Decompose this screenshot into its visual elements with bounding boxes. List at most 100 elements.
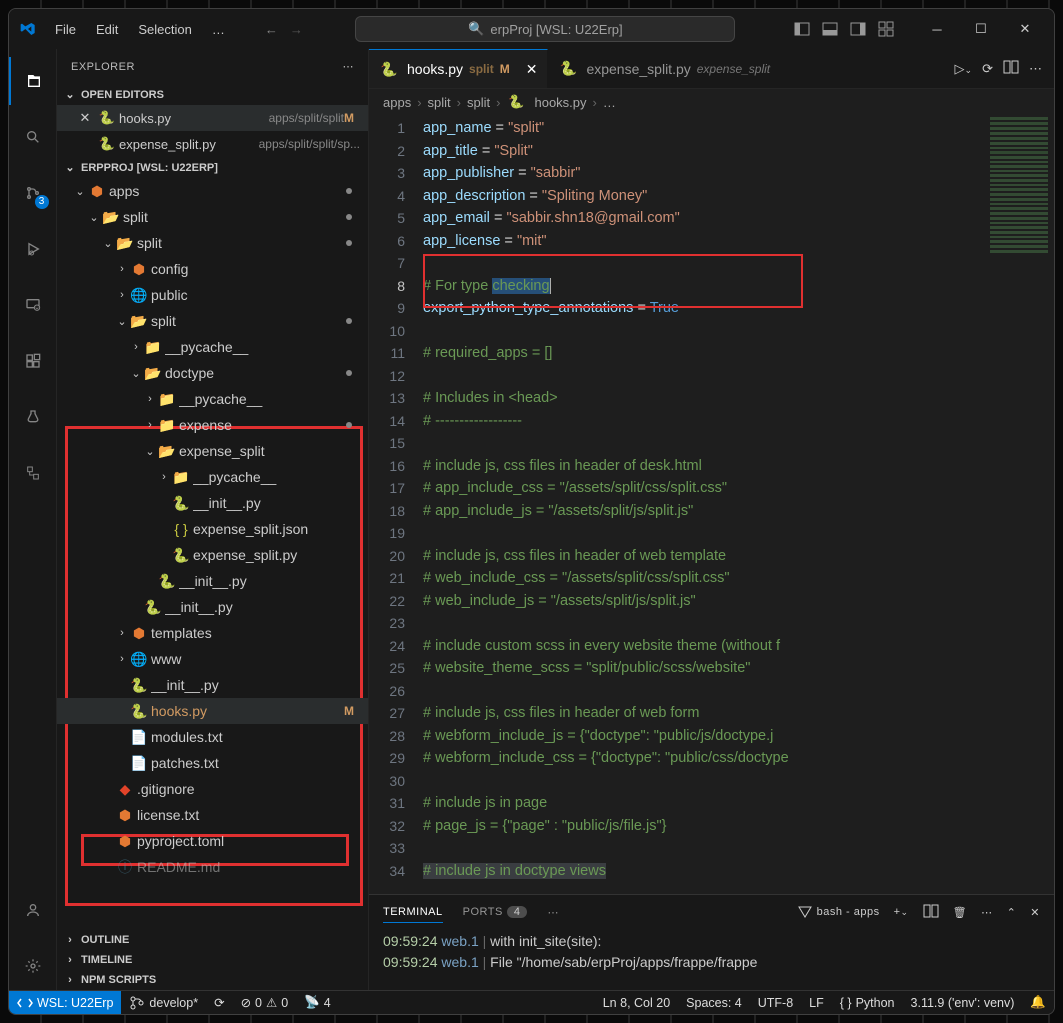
command-center[interactable]: 🔍 erpProj [WSL: U22Erp] [355,16,735,42]
explorer-more-icon[interactable]: ⋯ [343,60,355,73]
tree-item[interactable]: ›⬢templates [57,620,368,646]
more-actions-icon[interactable]: ⋯ [1029,61,1042,77]
toggle-panel-right-icon[interactable] [844,15,872,43]
tree-item[interactable]: ›🌐www [57,646,368,672]
menu-overflow[interactable]: … [204,18,233,41]
tree-item[interactable]: ⬢pyproject.toml [57,828,368,854]
tree-item[interactable]: ⌄📂split [57,230,368,256]
close-panel-icon[interactable]: ✕ [1030,906,1040,919]
tree-item[interactable]: 🐍__init__.py [57,594,368,620]
status-encoding[interactable]: UTF-8 [750,995,801,1010]
status-eol[interactable]: LF [801,995,832,1010]
twisty-icon[interactable]: › [115,653,129,665]
twisty-icon[interactable]: › [115,289,129,301]
tree-item[interactable]: ⓘREADME.md [57,854,368,880]
status-branch[interactable]: develop* [121,995,206,1011]
twisty-icon[interactable]: ⌄ [73,185,87,198]
twisty-icon[interactable]: › [143,393,157,405]
activity-explorer[interactable] [9,57,57,105]
twisty-icon[interactable]: ⌄ [87,211,101,224]
twisty-icon[interactable]: › [129,341,143,353]
status-notifications-icon[interactable]: 🔔 [1022,995,1054,1010]
activity-search[interactable] [9,113,57,161]
code-editor[interactable]: 1234567891011121314151617181920212223242… [369,115,1054,894]
kill-terminal-icon[interactable]: 🗑 [953,906,967,919]
activity-remote[interactable] [9,281,57,329]
status-problems[interactable]: ⊘ 0 ⚠ 0 [233,995,297,1010]
breadcrumb-item[interactable]: apps [383,95,411,110]
tree-item[interactable]: ›📁expense [57,412,368,438]
split-editor-icon[interactable] [1003,59,1019,78]
folder-section[interactable]: ⌄ERPPROJ [WSL: U22ERP] [57,157,368,178]
close-icon[interactable]: ✕ [77,110,93,126]
tree-item[interactable]: ⌄📂expense_split [57,438,368,464]
tree-item[interactable]: ›🌐public [57,282,368,308]
npm-section[interactable]: ›NPM SCRIPTS [57,970,368,990]
status-spaces[interactable]: Spaces: 4 [678,995,750,1010]
activity-references[interactable] [9,449,57,497]
terminal-shell-picker[interactable]: bash - apps [797,904,880,920]
open-editor-item[interactable]: 🐍expense_split.pyapps/split/split/sp... [57,131,368,157]
sync-icon[interactable]: ⟳ [982,61,993,77]
breadcrumb-item[interactable]: split [467,95,490,110]
run-icon[interactable]: ▷⌄ [955,61,973,77]
twisty-icon[interactable]: ⌄ [101,237,115,250]
open-editor-item[interactable]: ✕🐍hooks.pyapps/split/splitM [57,105,368,131]
tree-item[interactable]: 🐍expense_split.py [57,542,368,568]
activity-settings[interactable] [9,942,57,990]
activity-testing[interactable] [9,393,57,441]
activity-extensions[interactable] [9,337,57,385]
panel-more-icon[interactable]: ⋯ [547,906,559,919]
tree-item[interactable]: { }expense_split.json [57,516,368,542]
twisty-icon[interactable]: › [115,263,129,275]
maximize-panel-icon[interactable]: ⌃ [1007,906,1017,919]
split-terminal-icon[interactable] [923,903,939,922]
terminal-output[interactable]: 09:59:24 web.1 | with init_site(site):09… [369,929,1054,990]
activity-scm[interactable]: 3 [9,169,57,217]
open-editors-section[interactable]: ⌄OPEN EDITORS [57,84,368,105]
tree-item[interactable]: ⌄⬢apps [57,178,368,204]
new-terminal-icon[interactable]: +⌄ [894,906,909,918]
tree-item[interactable]: ›⬢config [57,256,368,282]
ports-tab[interactable]: PORTS4 [463,902,528,922]
tree-item[interactable]: 🐍__init__.py [57,672,368,698]
tree-item[interactable]: ⌄📂split [57,308,368,334]
tree-item[interactable]: 🐍hooks.pyM [57,698,368,724]
close-button[interactable]: ✕ [1004,14,1046,44]
twisty-icon[interactable]: ⌄ [115,315,129,328]
twisty-icon[interactable]: ⌄ [143,445,157,458]
status-lncol[interactable]: Ln 8, Col 20 [595,995,678,1010]
terminal-tab[interactable]: TERMINAL [383,902,443,923]
nav-back[interactable]: ← [265,22,278,37]
breadcrumb-item[interactable]: hooks.py [534,95,586,110]
nav-fwd[interactable]: → [290,22,303,37]
tree-item[interactable]: ›📁__pycache__ [57,464,368,490]
maximize-button[interactable]: ☐ [960,14,1002,44]
tree-item[interactable]: ›📁__pycache__ [57,334,368,360]
status-interpreter[interactable]: 3.11.9 ('env': venv) [903,995,1023,1010]
twisty-icon[interactable]: › [143,419,157,431]
breadcrumb-item[interactable]: … [603,95,616,110]
customize-layout-icon[interactable] [872,15,900,43]
tree-item[interactable]: 🐍__init__.py [57,490,368,516]
minimize-button[interactable]: ─ [916,14,958,44]
timeline-section[interactable]: ›TIMELINE [57,950,368,970]
toggle-panel-left-icon[interactable] [788,15,816,43]
twisty-icon[interactable]: ⌄ [129,367,143,380]
tree-item[interactable]: ⬢license.txt [57,802,368,828]
twisty-icon[interactable]: › [157,471,171,483]
status-sync[interactable]: ⟳ [206,995,232,1010]
menu-selection[interactable]: Selection [130,18,199,41]
activity-debug[interactable] [9,225,57,273]
code-content[interactable]: app_name = "split"app_title = "Split"app… [423,115,1054,894]
panel-overflow-icon[interactable]: ⋯ [981,906,993,919]
toggle-panel-bottom-icon[interactable] [816,15,844,43]
editor-tab[interactable]: 🐍expense_split.pyexpense_split [548,49,781,88]
breadcrumb-item[interactable]: split [428,95,451,110]
menu-edit[interactable]: Edit [88,18,126,41]
menu-file[interactable]: File [47,18,84,41]
twisty-icon[interactable]: › [115,627,129,639]
tree-item[interactable]: 📄patches.txt [57,750,368,776]
status-lang[interactable]: { } Python [832,995,903,1010]
status-ports[interactable]: 📡 4 [296,995,339,1010]
